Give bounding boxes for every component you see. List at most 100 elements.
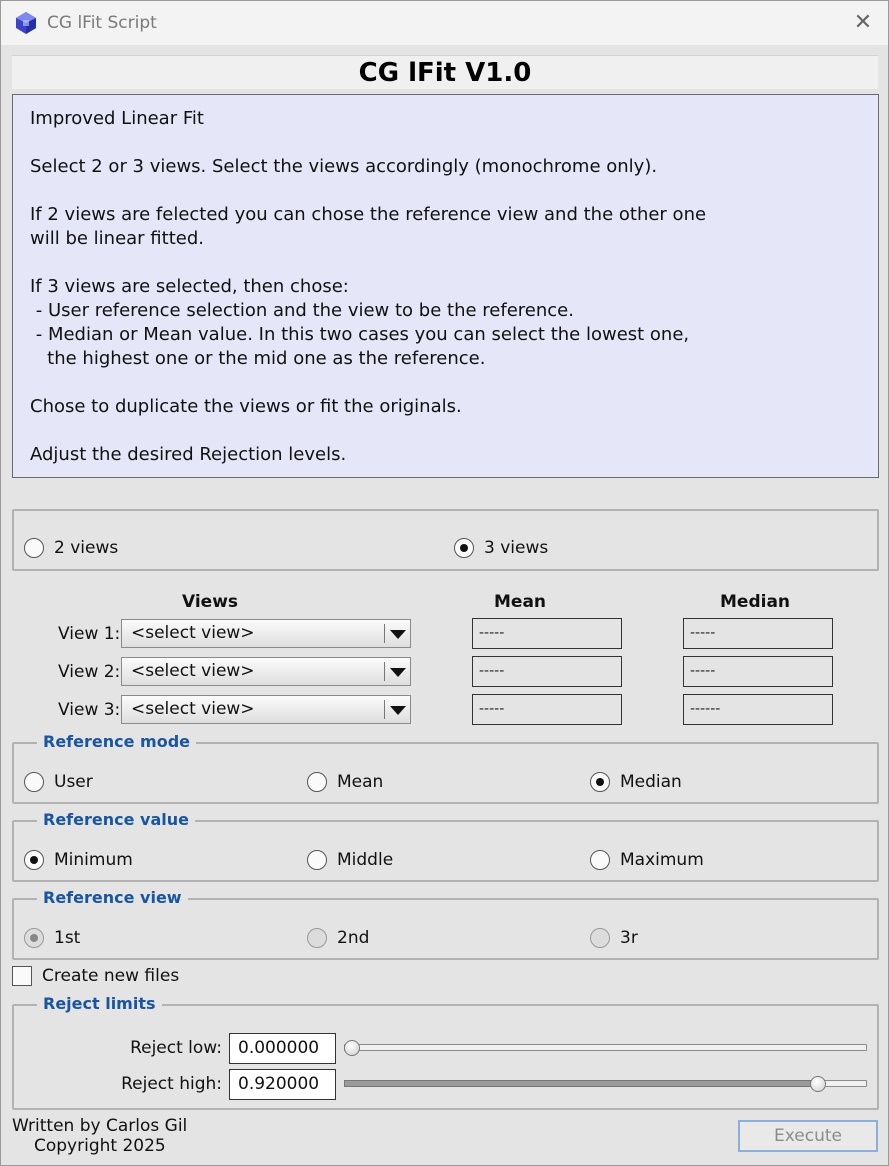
dropdown-arrow-icon[interactable] <box>390 706 406 715</box>
view-3-select[interactable]: <select view> <box>121 695 411 724</box>
radio-circle <box>307 772 327 792</box>
radio-circle <box>307 928 327 948</box>
info-line: - Median or Mean value. In this two case… <box>30 324 690 345</box>
view-3-label: View 3: <box>58 700 121 720</box>
radio-selected-dot <box>596 778 604 786</box>
radio-mode-mean[interactable]: Mean <box>307 772 383 792</box>
radio-selected-dot <box>460 544 468 552</box>
radio-label: 2nd <box>337 928 370 948</box>
radio-circle <box>24 538 44 558</box>
info-blank-line <box>30 419 861 443</box>
reference-value-panel: Reference value Minimum Middle Maximum <box>12 809 879 882</box>
info-text-box: Improved Linear Fit Select 2 or 3 views. … <box>12 94 879 478</box>
info-line: Chose to duplicate the views or fit the … <box>30 396 462 417</box>
info-line: Improved Linear Fit <box>30 108 204 129</box>
combo-separator <box>384 624 385 643</box>
script-window: CG lFit Script ✕ CG lFit V1.0 Improved L… <box>0 0 889 1166</box>
info-line: Select 2 or 3 views. Select the views ac… <box>30 156 658 177</box>
radio-label: Median <box>620 772 682 792</box>
reference-mode-title: Reference mode <box>37 731 196 753</box>
mean-column-header: Mean <box>494 592 547 612</box>
view-3-median-value: ------ <box>683 694 833 725</box>
dropdown-arrow-icon[interactable] <box>390 630 406 639</box>
view-1-select[interactable]: <select view> <box>121 619 411 648</box>
view-2-select[interactable]: <select view> <box>121 657 411 686</box>
info-line: - User reference selection and the view … <box>30 300 574 321</box>
median-column-header: Median <box>720 592 791 612</box>
radio-label: 2 views <box>54 538 119 558</box>
view-1-mean-value: ----- <box>472 618 622 649</box>
radio-label: 3r <box>620 928 638 948</box>
view-1-median-value: ----- <box>683 618 833 649</box>
reject-low-label: Reject low: <box>130 1038 222 1058</box>
radio-circle <box>24 850 44 870</box>
combo-separator <box>384 662 385 681</box>
reference-view-title: Reference view <box>37 887 188 909</box>
radio-circle <box>590 850 610 870</box>
view-2-mean-value: ----- <box>472 656 622 687</box>
header-bar: CG lFit V1.0 <box>12 55 878 89</box>
reference-view-panel: Reference view 1st 2nd 3r <box>12 887 879 960</box>
close-icon[interactable]: ✕ <box>847 7 879 39</box>
script-title: CG lFit V1.0 <box>358 58 532 88</box>
radio-circle <box>307 850 327 870</box>
reference-mode-panel: Reference mode User Mean Median <box>12 731 879 804</box>
combo-separator <box>384 700 385 719</box>
execute-button[interactable]: Execute <box>738 1120 878 1152</box>
create-new-files-checkbox[interactable]: Create new files <box>12 966 179 986</box>
info-blank-line <box>30 371 861 395</box>
radio-value-maximum[interactable]: Maximum <box>590 850 704 870</box>
info-blank-line <box>30 131 861 155</box>
reject-high-slider-fill <box>344 1080 819 1087</box>
window-title: CG lFit Script <box>47 13 157 33</box>
view-count-panel: 2 views 3 views <box>12 509 879 571</box>
radio-2-views[interactable]: 2 views <box>24 538 118 558</box>
view-2-select-value: <select view> <box>131 661 255 681</box>
dropdown-arrow-icon[interactable] <box>390 668 406 677</box>
reject-high-input[interactable]: 0.920000 <box>229 1069 336 1100</box>
info-line: If 3 views are selected, then chose: <box>30 276 349 297</box>
view-1-select-value: <select view> <box>131 623 255 643</box>
radio-mode-user[interactable]: User <box>24 772 93 792</box>
reference-value-title: Reference value <box>37 809 195 831</box>
reject-low-input[interactable]: 0.000000 <box>229 1033 336 1064</box>
radio-3-views[interactable]: 3 views <box>454 538 548 558</box>
radio-view-1st[interactable]: 1st <box>24 928 80 948</box>
radio-value-middle[interactable]: Middle <box>307 850 393 870</box>
reject-limits-title: Reject limits <box>37 993 162 1015</box>
radio-label: 3 views <box>484 538 549 558</box>
reject-low-slider-thumb[interactable] <box>344 1040 360 1056</box>
radio-selected-dot <box>30 856 38 864</box>
radio-circle <box>24 928 44 948</box>
info-line: If 2 views are felected you can chose th… <box>30 204 707 225</box>
radio-view-3r[interactable]: 3r <box>590 928 638 948</box>
title-bar[interactable]: CG lFit Script ✕ <box>1 1 888 45</box>
radio-label: 1st <box>54 928 81 948</box>
info-line: Adjust the desired Rejection levels. <box>30 444 347 465</box>
radio-view-2nd[interactable]: 2nd <box>307 928 369 948</box>
reject-high-label: Reject high: <box>121 1074 222 1094</box>
view-3-mean-value: ----- <box>472 694 622 725</box>
radio-circle <box>454 538 474 558</box>
radio-mode-median[interactable]: Median <box>590 772 682 792</box>
view-2-median-value: ----- <box>683 656 833 687</box>
info-blank-line <box>30 179 861 203</box>
views-column-header: Views <box>182 592 239 612</box>
view-1-label: View 1: <box>58 624 121 644</box>
checkbox-label: Create new files <box>42 966 180 986</box>
radio-label: Maximum <box>620 850 704 870</box>
radio-label: Middle <box>337 850 394 870</box>
radio-circle <box>24 772 44 792</box>
radio-label: User <box>54 772 93 792</box>
radio-label: Mean <box>337 772 384 792</box>
author-credit: Written by Carlos Gil <box>12 1116 188 1136</box>
radio-circle <box>590 928 610 948</box>
radio-circle <box>590 772 610 792</box>
info-line: the highest one or the mid one as the re… <box>30 348 486 369</box>
checkbox-box <box>12 966 32 986</box>
reject-low-slider[interactable] <box>344 1044 867 1051</box>
copyright-text: Copyright 2025 <box>34 1136 166 1156</box>
radio-value-minimum[interactable]: Minimum <box>24 850 133 870</box>
view-3-select-value: <select view> <box>131 699 255 719</box>
radio-label: Minimum <box>54 850 133 870</box>
